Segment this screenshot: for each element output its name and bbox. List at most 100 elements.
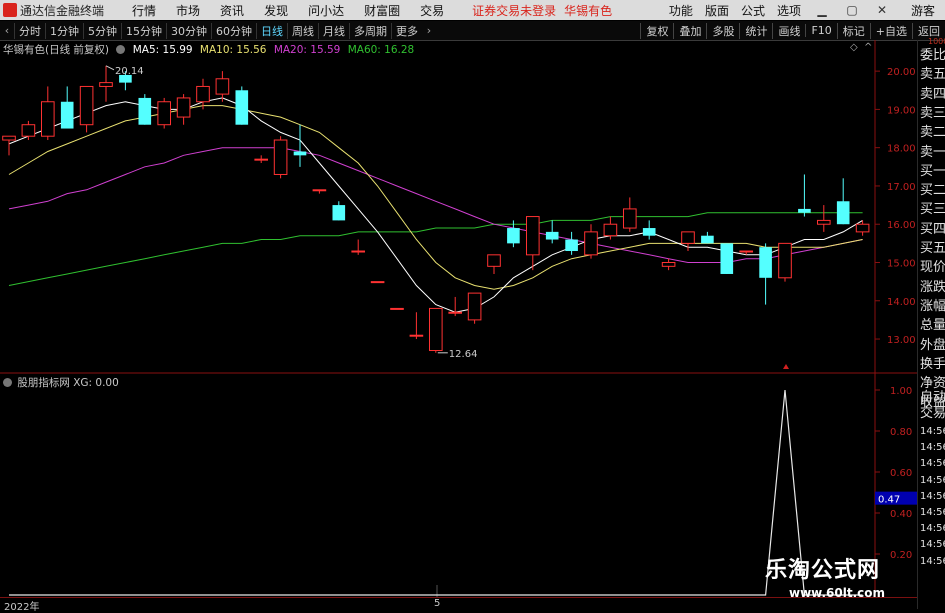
candle[interactable]	[798, 174, 811, 217]
candle[interactable]	[525, 216, 540, 271]
menu-item-xuanxiang[interactable]: 选项	[771, 2, 807, 19]
biaoji-button[interactable]: 标记	[836, 22, 870, 39]
main-legend: 华锡有色(日线 前复权) MA5: 15.99 MA10: 15.56 MA20…	[3, 42, 418, 56]
sub-tick-label: 0.40	[890, 509, 912, 520]
ma60-line	[8, 212, 863, 286]
price-tick-label: 13.00	[887, 335, 916, 346]
candle[interactable]	[778, 242, 792, 282]
candle[interactable]	[467, 292, 482, 324]
menu-item-gongshi[interactable]: 公式	[735, 2, 771, 19]
tab-15min[interactable]: 15分钟	[121, 22, 166, 39]
quote-label-1: 卖五	[920, 67, 945, 83]
candle-body	[778, 242, 792, 279]
tongji-button[interactable]: 统计	[739, 22, 772, 39]
ma5-value: MA5: 15.99	[132, 44, 193, 56]
candle[interactable]	[622, 197, 637, 232]
candle[interactable]	[448, 296, 463, 317]
close-icon[interactable]: ✕	[867, 3, 897, 17]
candle[interactable]	[2, 135, 16, 156]
candle-body	[739, 250, 754, 253]
quote-label-14: 总量	[920, 318, 945, 334]
candle[interactable]	[661, 258, 676, 271]
tick-time-8: 14:56	[920, 555, 945, 567]
menu-item-faxian[interactable]: 发现	[254, 2, 298, 19]
candles[interactable]	[2, 65, 870, 353]
add-watchlist-button[interactable]: +自选	[869, 22, 912, 39]
candle[interactable]	[603, 216, 618, 240]
candle[interactable]	[565, 231, 578, 255]
candle[interactable]	[409, 312, 424, 340]
menu-item-gongneng[interactable]: 功能	[663, 2, 699, 19]
candle[interactable]	[332, 201, 346, 221]
settings-circle-icon[interactable]	[3, 378, 12, 387]
candle[interactable]	[836, 178, 850, 225]
tab-fenshi[interactable]: 分时	[14, 22, 45, 39]
tab-weekly[interactable]: 周线	[287, 22, 318, 39]
candle[interactable]	[816, 205, 831, 232]
menu-item-banmian[interactable]: 版面	[699, 2, 735, 19]
fuquan-button[interactable]: 复权	[640, 22, 673, 39]
menu-item-hangqing[interactable]: 行情	[122, 2, 166, 19]
menu-item-shichang[interactable]: 市场	[166, 2, 210, 19]
candle[interactable]	[545, 220, 559, 244]
quote-label-8: 买三	[920, 202, 945, 218]
candle[interactable]	[370, 281, 385, 284]
tab-30min[interactable]: 30分钟	[166, 22, 211, 39]
tab-monthly[interactable]: 月线	[318, 22, 349, 39]
chevron-right-icon[interactable]: ›	[422, 24, 436, 37]
candle[interactable]	[254, 155, 269, 163]
menu-right-group: 功能 版面 公式 选项 ▁ ▢ ✕ 游客	[663, 0, 945, 20]
candle-body	[254, 158, 269, 161]
candle[interactable]	[99, 65, 113, 102]
candle[interactable]	[21, 120, 36, 141]
candle[interactable]	[235, 86, 249, 125]
candle[interactable]	[312, 189, 327, 194]
candle[interactable]	[720, 243, 734, 274]
tab-1min[interactable]: 1分钟	[45, 22, 83, 39]
tab-multi-period[interactable]: 多周期	[349, 22, 391, 39]
candle-body	[584, 231, 598, 256]
candle[interactable]	[273, 136, 288, 179]
guest-label[interactable]: 游客	[897, 2, 945, 19]
candle[interactable]	[138, 94, 152, 125]
candle[interactable]	[428, 307, 443, 353]
minimize-icon[interactable]: ▁	[807, 3, 837, 17]
trade-login-notice[interactable]: 证券交易未登录	[472, 2, 556, 19]
candle[interactable]	[157, 97, 172, 129]
huaxian-button[interactable]: 画线	[772, 22, 805, 39]
candle[interactable]	[351, 239, 366, 255]
tab-60min[interactable]: 60分钟	[211, 22, 256, 39]
candle[interactable]	[196, 78, 210, 110]
chevron-left-icon[interactable]: ‹	[0, 24, 14, 37]
maximize-icon[interactable]: ▢	[837, 3, 867, 17]
candle[interactable]	[701, 231, 714, 244]
menu-item-caifuquan[interactable]: 财富圈	[354, 2, 410, 19]
menu-item-zixun[interactable]: 资讯	[210, 2, 254, 19]
tab-daily[interactable]: 日线	[256, 22, 287, 39]
candle[interactable]	[390, 307, 404, 310]
tab-5min[interactable]: 5分钟	[83, 22, 121, 39]
candle[interactable]	[60, 86, 74, 129]
candle[interactable]	[215, 71, 230, 102]
settings-circle-icon[interactable]	[116, 45, 126, 54]
diejia-button[interactable]: 叠加	[673, 22, 706, 39]
trade-label[interactable]: 交易	[920, 402, 945, 421]
candle-body	[487, 254, 501, 267]
candle[interactable]	[176, 94, 191, 125]
candle[interactable]	[759, 243, 772, 305]
candle[interactable]	[40, 86, 55, 141]
candle[interactable]	[584, 224, 598, 259]
tab-more[interactable]: 更多	[391, 22, 422, 39]
duogu-button[interactable]: 多股	[706, 22, 739, 39]
menu-bar: 通达信金融终端 行情 市场 资讯 发现 问小达 财富圈 交易 证券交易未登录 华…	[0, 0, 945, 20]
diamond-icon[interactable]: ◇	[850, 42, 858, 53]
candle[interactable]	[681, 231, 695, 252]
menu-item-wenxiaoda[interactable]: 问小达	[298, 2, 354, 19]
candle[interactable]	[642, 220, 656, 240]
candle[interactable]	[79, 85, 94, 133]
chevron-up-icon[interactable]: ^	[864, 42, 872, 53]
candle[interactable]	[487, 254, 501, 274]
menu-item-jiaoyi[interactable]: 交易	[410, 2, 454, 19]
kline-chart[interactable]: 20.00 19.00 18.00 17.00 16.00 15.00 14.00 13.00…	[0, 40, 917, 597]
f10-button[interactable]: F10	[805, 24, 836, 37]
